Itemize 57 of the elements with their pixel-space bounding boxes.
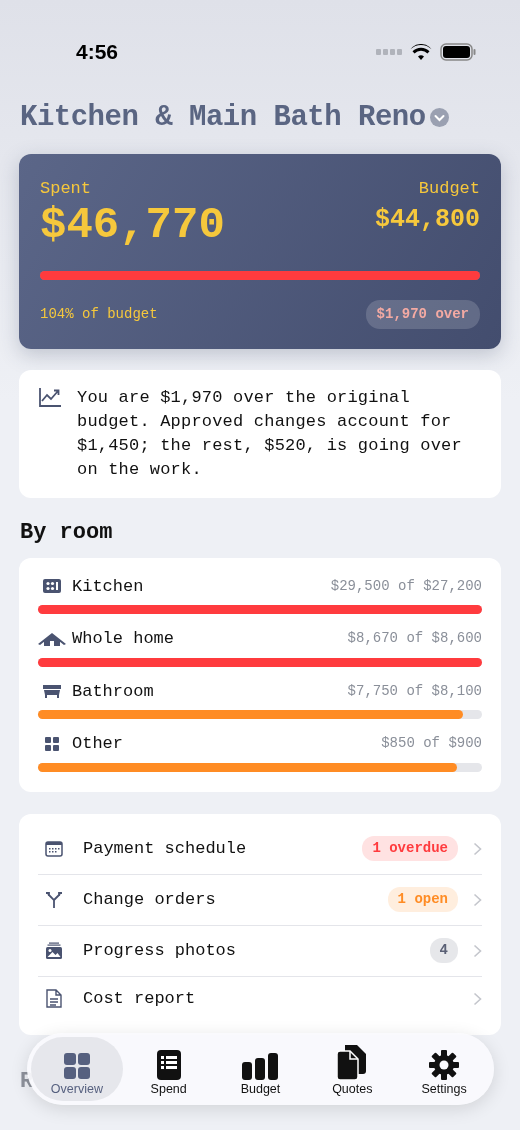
menu-row[interactable]: Payment schedule 1 overdue: [38, 823, 482, 875]
room-amount: $850 of $900: [381, 734, 482, 754]
battery-icon: [440, 43, 476, 61]
percent-of-budget: 104% of budget: [40, 305, 158, 325]
menu-label: Payment schedule: [83, 837, 247, 860]
chevron-icon: [473, 991, 482, 1006]
list-icon: [156, 1050, 181, 1081]
tab[interactable]: Quotes: [306, 1037, 399, 1101]
count-pill: 1 overdue: [362, 836, 458, 861]
calendar-icon: [45, 840, 63, 857]
document-icon: [46, 989, 62, 1008]
insight-text: You are $1,970 over the original budget. Approved changes account for $1,450; the rest, $520, is going over on the work.: [77, 386, 463, 481]
chevron-icon: [473, 892, 482, 907]
status-time: 4:56: [76, 39, 119, 66]
room-amount: $29,500 of $27,200: [330, 576, 482, 596]
tab[interactable]: Budget: [214, 1037, 307, 1101]
menu-row[interactable]: Change orders 1 open: [38, 874, 482, 926]
wifi-icon: [410, 44, 432, 60]
menu-label: Progress photos: [83, 939, 237, 962]
dropdown-icon[interactable]: [429, 108, 449, 128]
tab[interactable]: Overview: [31, 1037, 123, 1101]
count-pill: 1 open: [387, 887, 458, 912]
menu-label: Cost report: [83, 987, 196, 1010]
documents-icon: [337, 1045, 368, 1081]
count-pill: 4: [429, 938, 458, 963]
room-name: Whole home: [72, 628, 175, 650]
kitchen-icon: [42, 578, 62, 595]
photo-stack-icon: [45, 941, 63, 960]
menu-row[interactable]: Cost report: [38, 976, 482, 1021]
section-heading: R: [20, 1067, 34, 1096]
menu-label: Change orders: [83, 888, 216, 911]
grid-icon: [44, 735, 60, 752]
section-heading: By room: [20, 518, 114, 547]
trend-chart-icon: [39, 387, 61, 407]
house-icon: [38, 631, 66, 646]
bathtub-icon: [42, 684, 62, 699]
over-budget-pill: $1,970 over: [365, 300, 480, 330]
tab[interactable]: Settings: [398, 1037, 490, 1101]
tab[interactable]: Spend: [122, 1037, 215, 1101]
menu-row[interactable]: Progress photos 4: [38, 925, 482, 977]
spent-amount: $46,770: [40, 201, 225, 250]
bar-chart-icon: [242, 1053, 279, 1081]
branch-icon: [45, 890, 63, 909]
grid-icon: [62, 1052, 91, 1081]
budget-label: Budget: [417, 177, 480, 200]
spent-label: Spent: [40, 177, 92, 200]
room-name: Kitchen: [72, 575, 144, 598]
room-amount: $8,670 of $8,600: [347, 629, 482, 649]
room-name: Other: [72, 733, 123, 755]
chevron-icon: [473, 841, 482, 856]
room-amount: $7,750 of $8,100: [347, 681, 482, 701]
chevron-icon: [473, 943, 482, 958]
signal-icon: [376, 49, 402, 55]
settings-icon: [429, 1050, 460, 1081]
project-title[interactable]: Kitchen & Main Bath Reno: [20, 96, 426, 140]
budget-amount: $44,800: [374, 204, 480, 236]
room-name: Bathroom: [72, 680, 154, 703]
